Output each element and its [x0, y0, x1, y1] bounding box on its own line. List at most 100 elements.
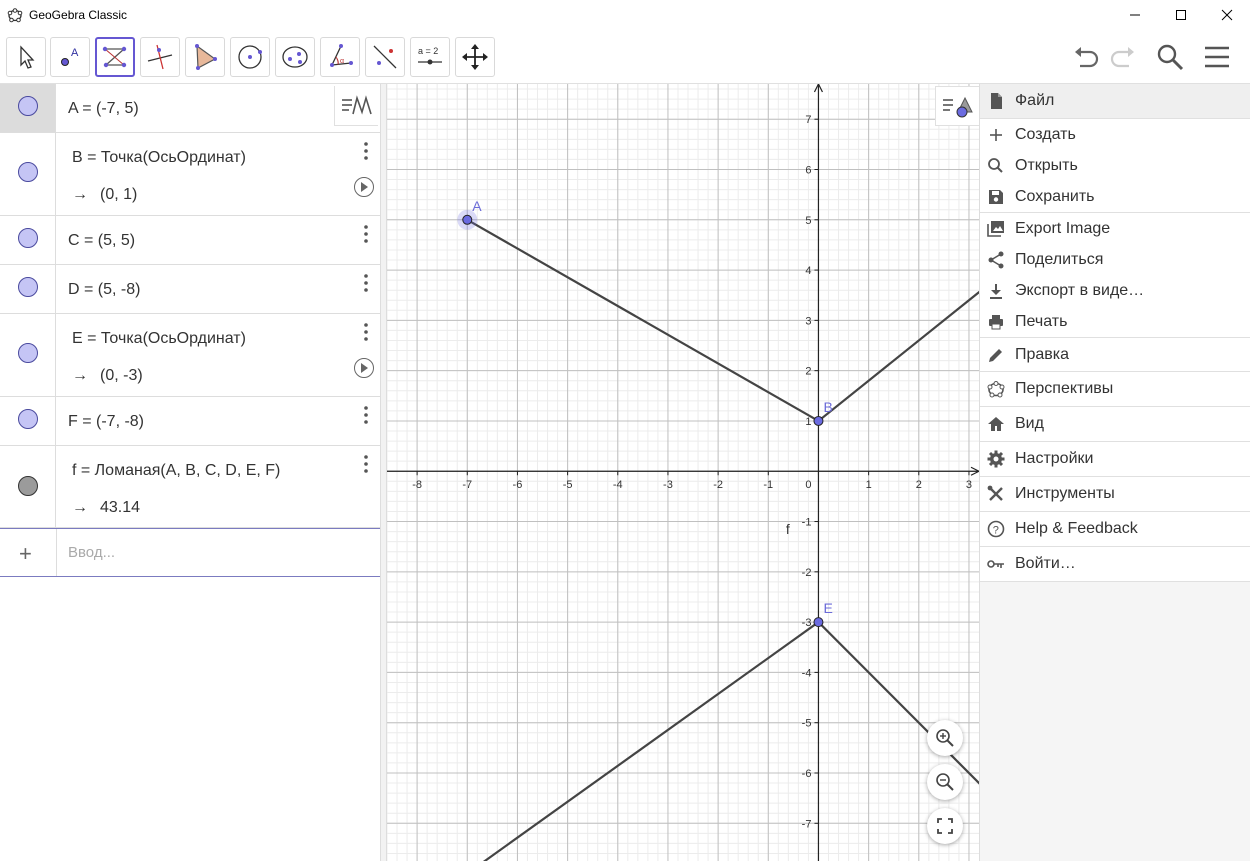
- close-window-button[interactable]: [1204, 0, 1250, 30]
- menu-item-save[interactable]: Сохранить: [980, 181, 1250, 212]
- marble-cell: [0, 265, 56, 313]
- play-animation-icon[interactable]: [354, 177, 374, 197]
- menu-label: Export Image: [1015, 220, 1111, 237]
- image-icon: [986, 219, 1006, 239]
- algebra-row[interactable]: A = (-7, 5): [0, 84, 380, 133]
- undo-button[interactable]: [1069, 40, 1103, 74]
- menu-section-edit[interactable]: Правка: [980, 337, 1250, 372]
- perpendicular-line-tool-button[interactable]: [140, 37, 180, 77]
- algebra-definition[interactable]: F = (-7, -8): [68, 413, 144, 431]
- algebra-definition[interactable]: C = (5, 5): [68, 232, 135, 250]
- sign-in-icon: [986, 554, 1006, 574]
- play-animation-icon[interactable]: [354, 358, 374, 378]
- plus-icon[interactable]: +: [19, 541, 32, 567]
- minimize-button[interactable]: [1112, 0, 1158, 30]
- search-button[interactable]: [1153, 40, 1187, 74]
- polygon-tool-button[interactable]: [185, 37, 225, 77]
- algebra-row[interactable]: E = Точка(ОсьОрдинат) → (0, -3): [0, 314, 380, 397]
- pencil-icon: [986, 345, 1006, 365]
- menu-file-header[interactable]: Файл: [980, 84, 1250, 119]
- more-vert-icon[interactable]: [360, 224, 372, 244]
- algebra-value: → 43.14: [72, 499, 140, 517]
- more-vert-icon[interactable]: [360, 322, 372, 342]
- point-label: B: [823, 399, 832, 415]
- graphics-canvas[interactable]: -8 -7 -6 -5 -4 -3 -2 -1 0 1 2 37654321-1-2-3-4-5-6-…: [387, 84, 979, 861]
- menu-label: Настройки: [1015, 450, 1094, 467]
- main-menu-button[interactable]: [1200, 40, 1234, 74]
- marble-cell: [0, 314, 56, 396]
- point-A[interactable]: [462, 214, 473, 225]
- algebra-definition[interactable]: A = (-7, 5): [68, 100, 139, 118]
- slider-tool-button[interactable]: a = 2: [410, 37, 450, 77]
- visibility-marble[interactable]: [18, 96, 38, 116]
- menu-section-help[interactable]: ? Help & Feedback: [980, 512, 1250, 547]
- graphics-style-button[interactable]: [935, 86, 979, 126]
- zoom-in-button[interactable]: [927, 720, 963, 756]
- menu-item-export-image[interactable]: Export Image: [980, 213, 1250, 244]
- menu-item-new[interactable]: Создать: [980, 119, 1250, 150]
- more-vert-icon[interactable]: [360, 141, 372, 161]
- algebra-definition[interactable]: D = (5, -8): [68, 281, 140, 299]
- polyline-tool-button[interactable]: [95, 37, 135, 77]
- algebra-row[interactable]: F = (-7, -8): [0, 397, 380, 446]
- algebra-input-row[interactable]: + Ввод...: [0, 528, 380, 577]
- graphics-view[interactable]: -8 -7 -6 -5 -4 -3 -2 -1 0 1 2 3 7 6 5 4 3 2 1 -1 -2 -3 -4 -5 -6-…: [387, 84, 979, 861]
- reflect-tool-button[interactable]: [365, 37, 405, 77]
- move-tool-button[interactable]: [6, 37, 46, 77]
- menu-section-view[interactable]: Вид: [980, 407, 1250, 442]
- more-vert-icon[interactable]: [360, 454, 372, 474]
- close-icon: [1221, 9, 1233, 21]
- more-vert-icon[interactable]: [360, 273, 372, 293]
- more-vert-icon[interactable]: [360, 405, 372, 425]
- algebra-definition[interactable]: f = Ломаная(A, B, C, D, E, F): [72, 462, 280, 480]
- menu-section-tools[interactable]: Инструменты: [980, 477, 1250, 512]
- y-tick-label: 4: [805, 265, 811, 277]
- menu-label: Поделиться: [1015, 251, 1104, 268]
- fullscreen-button[interactable]: [927, 808, 963, 844]
- visibility-marble[interactable]: [18, 343, 38, 363]
- maximize-button[interactable]: [1158, 0, 1204, 30]
- window-title: GeoGebra Classic: [29, 8, 128, 22]
- y-tick-label: 3: [805, 315, 811, 327]
- gear-icon: [986, 449, 1006, 469]
- visibility-marble[interactable]: [18, 228, 38, 248]
- algebra-definition[interactable]: E = Точка(ОсьОрдинат): [72, 330, 246, 348]
- polyline-icon: [102, 46, 127, 68]
- menu-item-share[interactable]: Поделиться: [980, 244, 1250, 275]
- menu-item-print[interactable]: Печать: [980, 306, 1250, 337]
- y-tick-label: 6: [805, 164, 811, 176]
- angle-icon: α: [330, 44, 353, 67]
- angle-tool-button[interactable]: α: [320, 37, 360, 77]
- point-B[interactable]: [813, 415, 824, 426]
- menu-item-open[interactable]: Открыть: [980, 150, 1250, 181]
- point-tool-button[interactable]: A: [50, 37, 90, 77]
- zoom-out-button[interactable]: [927, 764, 963, 800]
- menu-item-export-as[interactable]: Экспорт в виде…: [980, 275, 1250, 306]
- polyline-f[interactable]: [466, 218, 979, 861]
- algebra-definition[interactable]: B = Точка(ОсьОрдинат): [72, 149, 246, 167]
- divider: [56, 529, 57, 576]
- move-graphics-view-tool-button[interactable]: [455, 37, 495, 77]
- menu-section-perspectives[interactable]: Перспективы: [980, 372, 1250, 407]
- ellipse-tool-button[interactable]: [275, 37, 315, 77]
- circle-tool-button[interactable]: [230, 37, 270, 77]
- menu-section-sign-in[interactable]: Войти…: [980, 547, 1250, 582]
- redo-button[interactable]: [1106, 40, 1140, 74]
- title-bar: GeoGebra Classic: [0, 0, 1250, 30]
- point-E[interactable]: [813, 617, 824, 628]
- algebra-style-button[interactable]: [334, 86, 378, 126]
- menu-label: Открыть: [1015, 157, 1078, 174]
- algebra-row[interactable]: B = Точка(ОсьОрдинат) → (0, 1): [0, 133, 380, 216]
- algebra-row[interactable]: D = (5, -8): [0, 265, 380, 314]
- algebra-input[interactable]: Ввод...: [68, 544, 115, 561]
- menu-label: Печать: [1015, 313, 1068, 330]
- algebra-row[interactable]: C = (5, 5): [0, 216, 380, 265]
- visibility-marble[interactable]: [18, 162, 38, 182]
- graphics-style-icon: [942, 96, 973, 118]
- visibility-marble[interactable]: [18, 409, 38, 429]
- menu-section-settings[interactable]: Настройки: [980, 442, 1250, 477]
- algebra-row[interactable]: f = Ломаная(A, B, C, D, E, F) → 43.14: [0, 446, 380, 528]
- reflect-line-icon: [373, 45, 397, 69]
- visibility-marble[interactable]: [18, 476, 38, 496]
- visibility-marble[interactable]: [18, 277, 38, 297]
